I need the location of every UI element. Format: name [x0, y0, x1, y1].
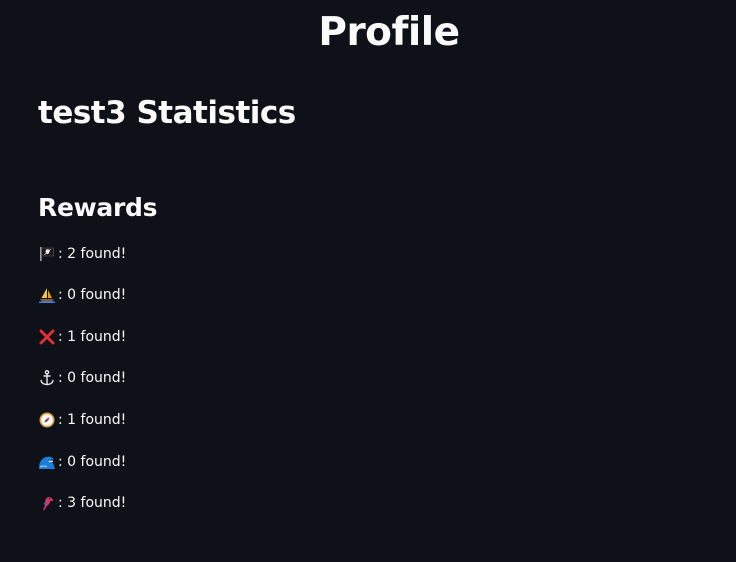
reward-count: : 0 found!: [58, 370, 127, 386]
page-title: Profile: [318, 10, 460, 55]
reward-item-wave: : 0 found!: [38, 452, 126, 472]
reward-count: : 2 found!: [58, 246, 127, 262]
reward-item-pirate-flag: : 2 found!: [38, 244, 126, 264]
reward-count: : 3 found!: [58, 495, 127, 511]
anchor-icon: [38, 369, 56, 387]
parrot-icon: [38, 494, 56, 512]
cross-mark-icon: [38, 328, 56, 346]
reward-item-anchor: : 0 found!: [38, 368, 126, 388]
rewards-heading: Rewards: [38, 193, 158, 222]
reward-count: : 0 found!: [58, 454, 127, 470]
profile-page: Profile test3 Statistics Rewards : 2 fou…: [0, 0, 736, 562]
reward-item-parrot: : 3 found!: [38, 493, 126, 513]
reward-count: : 1 found!: [58, 329, 127, 345]
pirate-flag-icon: [38, 245, 56, 263]
reward-item-cross-mark: : 1 found!: [38, 327, 126, 347]
sailboat-icon: [38, 286, 56, 304]
reward-count: : 0 found!: [58, 287, 127, 303]
wave-icon: [38, 453, 56, 471]
reward-item-sailboat: : 0 found!: [38, 285, 126, 305]
reward-item-compass: : 1 found!: [38, 410, 126, 430]
statistics-heading: test3 Statistics: [38, 95, 296, 131]
compass-icon: [38, 411, 56, 429]
reward-count: : 1 found!: [58, 412, 127, 428]
